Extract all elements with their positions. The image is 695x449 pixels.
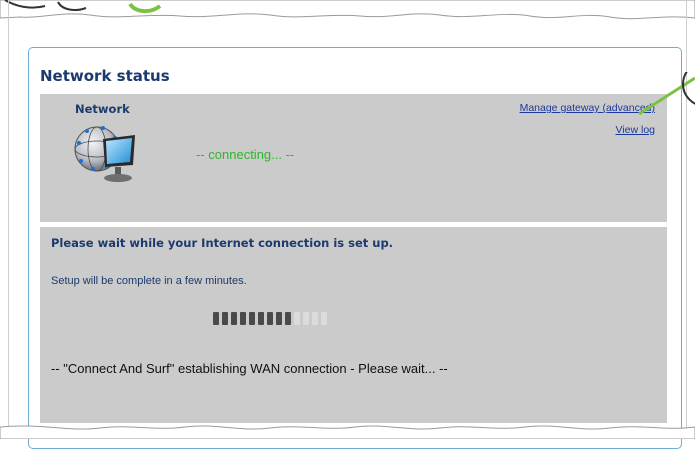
wan-status-text: -- "Connect And Surf" establishing WAN c…	[51, 361, 448, 376]
progress-segment	[303, 312, 309, 325]
progress-segment	[231, 312, 237, 325]
progress-segment	[267, 312, 273, 325]
progress-segment	[240, 312, 246, 325]
network-heading: Network	[75, 102, 130, 116]
network-computer-icon	[74, 126, 135, 182]
callout-pointer	[638, 72, 695, 116]
progress-segment	[294, 312, 300, 325]
torn-top-edge	[0, 0, 695, 20]
progress-segment	[213, 312, 219, 325]
progress-segment	[249, 312, 255, 325]
setup-progress-bar	[213, 312, 327, 325]
torn-bottom-edge	[0, 425, 695, 439]
progress-segment	[222, 312, 228, 325]
network-status-panel: Network -- connecting... -- Manage gatew…	[40, 94, 667, 222]
setup-subtext: Setup will be complete in a few minutes.	[51, 275, 247, 287]
progress-segment	[312, 312, 318, 325]
page-edge-right	[686, 0, 687, 439]
progress-segment	[276, 312, 282, 325]
progress-segment	[258, 312, 264, 325]
progress-segment	[321, 312, 327, 325]
progress-segment	[285, 312, 291, 325]
status-frame: Network status Network -- connecting... …	[28, 47, 682, 449]
connection-status-text: -- connecting... --	[196, 147, 295, 162]
setup-progress-panel: Please wait while your Internet connecti…	[40, 227, 667, 423]
setup-heading: Please wait while your Internet connecti…	[51, 236, 394, 250]
page-title: Network status	[40, 67, 170, 85]
page-edge-left	[8, 0, 9, 439]
